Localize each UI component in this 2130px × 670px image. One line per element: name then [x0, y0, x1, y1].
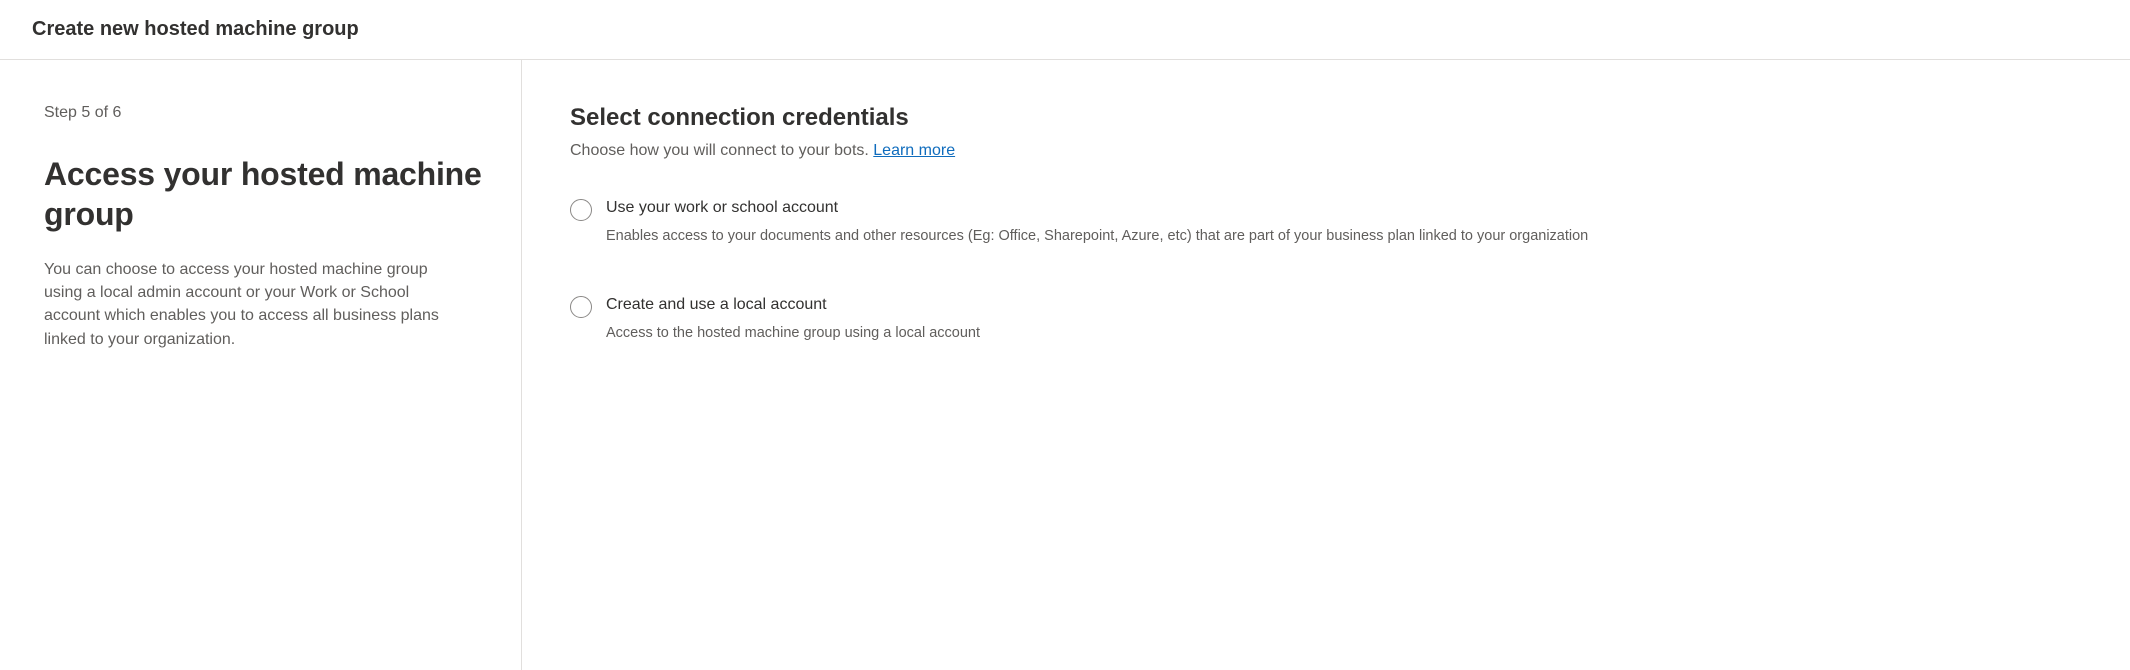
radio-texts: Create and use a local account Access to…: [606, 295, 980, 344]
radio-circle-icon: [570, 296, 592, 318]
sidebar-description: You can choose to access your hosted mac…: [44, 258, 464, 351]
wizard-main: Select connection credentials Choose how…: [522, 60, 2130, 670]
panel-title: Create new hosted machine group: [32, 18, 2098, 41]
radio-label: Use your work or school account: [606, 198, 1588, 219]
learn-more-link[interactable]: Learn more: [873, 142, 955, 159]
main-subtext: Choose how you will connect to your bots…: [570, 142, 2082, 160]
panel-header: Create new hosted machine group: [0, 0, 2130, 60]
radio-label: Create and use a local account: [606, 295, 980, 316]
radio-circle-icon: [570, 199, 592, 221]
content-area: Step 5 of 6 Access your hosted machine g…: [0, 60, 2130, 670]
radio-option-work-school[interactable]: Use your work or school account Enables …: [570, 198, 1630, 247]
radio-description: Access to the hosted machine group using…: [606, 322, 980, 344]
step-indicator: Step 5 of 6: [44, 104, 493, 122]
sidebar-heading: Access your hosted machine group: [44, 154, 493, 234]
wizard-sidebar: Step 5 of 6 Access your hosted machine g…: [0, 60, 522, 670]
radio-option-local-account[interactable]: Create and use a local account Access to…: [570, 295, 1630, 344]
main-subtext-text: Choose how you will connect to your bots…: [570, 142, 873, 159]
main-heading: Select connection credentials: [570, 104, 2082, 132]
radio-description: Enables access to your documents and oth…: [606, 225, 1588, 247]
radio-texts: Use your work or school account Enables …: [606, 198, 1588, 247]
credentials-radio-group: Use your work or school account Enables …: [570, 198, 2082, 345]
